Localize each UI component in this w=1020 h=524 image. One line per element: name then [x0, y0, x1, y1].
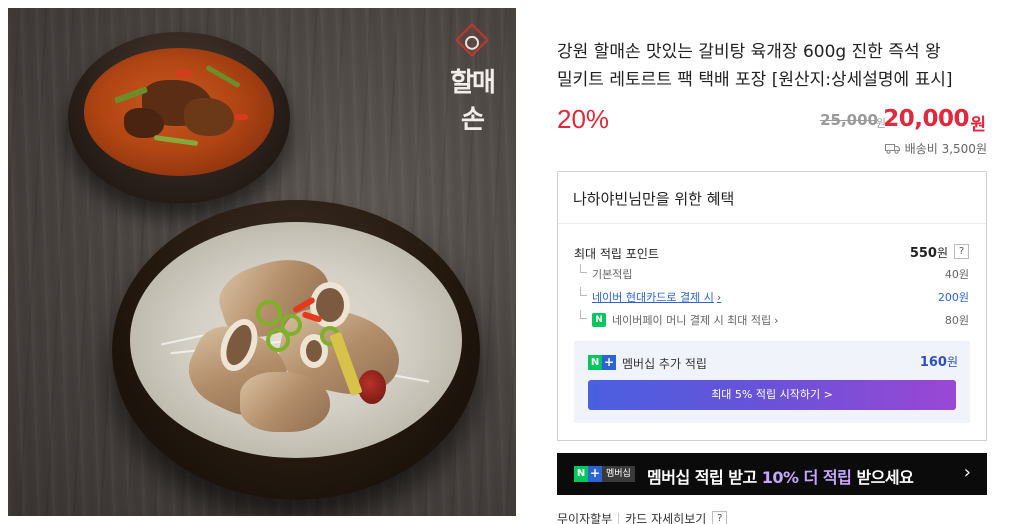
npay-icon: N	[592, 313, 606, 327]
membership-promo-banner[interactable]: N + 멤버십 멤버십 적립 받고 10% 더 적립 받으세요 ›	[557, 453, 987, 495]
naver-plus-membership-badge-icon: N + 멤버십	[574, 466, 635, 482]
max-points-label: 최대 적립 포인트	[574, 247, 659, 261]
product-image[interactable]: 할매손	[8, 8, 516, 516]
membership-points: 160원	[919, 355, 958, 370]
npay-money-points-value: 80원	[944, 314, 969, 327]
promo-text: 멤버십 적립 받고 10% 더 적립 받으세요	[647, 468, 914, 487]
membership-panel: N + 멤버십 추가 적립 160원 최대 5% 적립 시작하기 >	[574, 341, 970, 423]
sale-price: 20,000	[883, 106, 969, 132]
card-details-link[interactable]: 카드 자세히보기	[625, 510, 706, 524]
max-points-value: 550원	[909, 246, 948, 261]
hyundai-card-link[interactable]: 네이버 현대카드로 결제 시 ›	[592, 289, 721, 305]
basic-points-row: 기본적립 40원	[580, 264, 969, 282]
membership-label: 멤버십 추가 적립	[622, 357, 707, 371]
brand-emblem-icon	[455, 23, 489, 57]
basic-points-value: 40원	[944, 268, 969, 281]
hyundai-card-points-value: 200원	[937, 291, 969, 304]
truck-icon	[884, 143, 900, 154]
sale-price-unit: 원	[970, 115, 986, 135]
yukgaejang-soup	[84, 48, 274, 176]
product-title: 강원 할매손 맛있는 갈비탕 육개장 600g 진한 즉석 왕 밀키트 레토르트…	[557, 42, 953, 90]
benefit-box: 나하야빈님만을 위한 혜택 최대 적립 포인트 550원 ? 기본적립 40원 …	[557, 171, 987, 441]
chevron-right-icon: ›	[716, 291, 722, 304]
brand-logo-text: 할매손	[450, 68, 496, 135]
shipping-fee: 배송비 3,500원	[884, 140, 987, 157]
hyundai-card-points-row[interactable]: 네이버 현대카드로 결제 시 › 200원	[580, 287, 969, 305]
help-icon[interactable]: ?	[954, 244, 969, 259]
max-points-row: 최대 적립 포인트 550원 ?	[574, 244, 969, 262]
card-links: 무이자할부 카드 자세히보기 ?	[557, 510, 728, 524]
benefit-header: 나하야빈님만을 위한 혜택	[558, 172, 986, 224]
membership-start-button[interactable]: 최대 5% 적립 시작하기 >	[588, 380, 956, 410]
discount-rate: 20%	[557, 104, 610, 134]
original-price: 25,000	[820, 111, 878, 129]
divider	[618, 513, 620, 524]
galbitang-soup	[130, 222, 462, 458]
basic-points-label: 기본적립	[592, 268, 633, 281]
chevron-right-icon: ›	[774, 314, 779, 327]
help-icon[interactable]: ?	[712, 511, 728, 524]
naver-plus-badge-icon: N +	[588, 355, 616, 370]
npay-money-points-row[interactable]: N 네이버페이 머니 결제 시 최대 적립 › 80원	[580, 310, 969, 328]
installment-link[interactable]: 무이자할부	[557, 510, 612, 524]
npay-money-link[interactable]: 네이버페이 머니 결제 시 최대 적립 ›	[612, 312, 779, 328]
chevron-right-icon: ›	[963, 462, 971, 483]
shipping-fee-text: 배송비 3,500원	[904, 142, 987, 156]
brand-logo: 할매손	[442, 23, 502, 136]
